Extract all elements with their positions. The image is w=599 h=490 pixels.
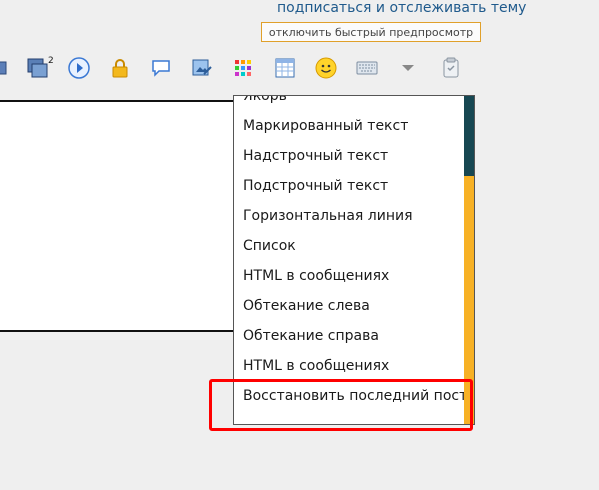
menu-item-list[interactable]: Список	[234, 231, 464, 261]
menu-scrollbar-thumb[interactable]	[464, 96, 474, 176]
menu-list: Якорь Маркированный текст Надстрочный те…	[234, 96, 467, 411]
keyboard-icon[interactable]	[355, 56, 379, 80]
disable-quick-preview-button[interactable]: отключить быстрый предпросмотр	[261, 22, 481, 42]
play-icon[interactable]	[67, 56, 91, 80]
message-editor-area[interactable]	[0, 100, 238, 332]
menu-item-anchor[interactable]: Якорь	[234, 96, 464, 111]
color-grid-icon[interactable]	[231, 56, 255, 80]
superscript-two: 2	[48, 56, 54, 66]
menu-item-subscript[interactable]: Подстрочный текст	[234, 171, 464, 201]
editor-toolbar: 2	[0, 56, 599, 84]
menu-item-html-in-messages[interactable]: HTML в сообщениях	[234, 261, 464, 291]
smiley-icon[interactable]	[314, 56, 338, 80]
speech-bubble-icon[interactable]	[149, 56, 173, 80]
menu-item-bulleted-text[interactable]: Маркированный текст	[234, 111, 464, 141]
image-edit-icon[interactable]	[190, 56, 214, 80]
menu-item-superscript[interactable]: Надстрочный текст	[234, 141, 464, 171]
highlight-box	[209, 379, 473, 431]
clipboard-icon[interactable]	[439, 56, 463, 80]
lock-icon[interactable]	[108, 56, 132, 80]
menu-item-horizontal-line[interactable]: Горизонтальная линия	[234, 201, 464, 231]
partial-icon[interactable]	[0, 56, 10, 80]
menu-item-float-left[interactable]: Обтекание слева	[234, 291, 464, 321]
menu-item-float-right[interactable]: Обтекание справа	[234, 321, 464, 351]
copy-windows-icon[interactable]	[26, 56, 50, 80]
subscribe-link[interactable]: подписаться и отслеживать тему	[277, 0, 526, 16]
menu-scrollbar[interactable]	[464, 96, 474, 424]
format-dropdown-menu: Якорь Маркированный текст Надстрочный те…	[233, 95, 475, 425]
dropdown-arrow-icon[interactable]	[396, 56, 420, 80]
menu-item-html-in-messages-2[interactable]: HTML в сообщениях	[234, 351, 464, 381]
table-icon[interactable]	[273, 56, 297, 80]
